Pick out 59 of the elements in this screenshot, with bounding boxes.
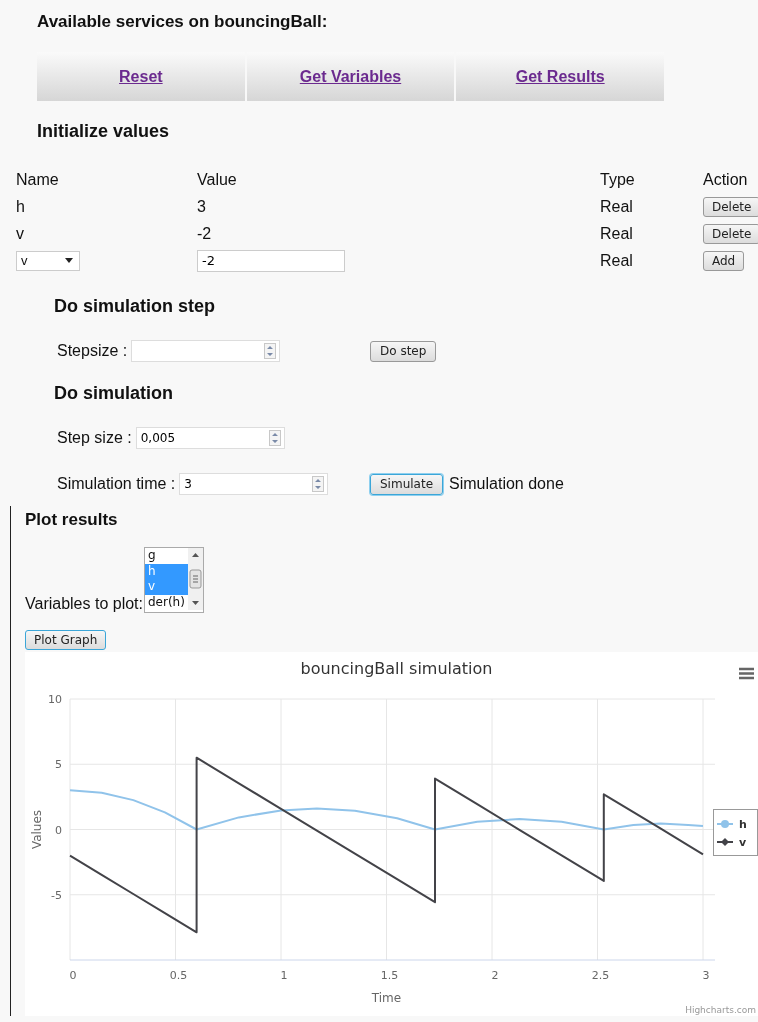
tick-label: 0	[55, 823, 62, 837]
legend-label: v	[739, 836, 747, 849]
field-label: Simulation time :	[57, 475, 176, 493]
tick-label: 3	[702, 969, 710, 982]
table-cell: v	[16, 224, 24, 243]
table-cell: Real	[600, 197, 633, 216]
field-label: Variables to plot:	[25, 595, 143, 613]
delete-button[interactable]: Delete	[703, 223, 758, 244]
number-field[interactable]	[131, 340, 281, 362]
tick-label: 0	[69, 969, 77, 982]
tick-label: 2	[491, 969, 499, 982]
axis-title: Values	[30, 809, 44, 850]
list-option[interactable]: der(h)	[145, 594, 188, 610]
simulate-button[interactable]: Simulate	[370, 473, 444, 495]
field-label: Step size :	[57, 429, 132, 447]
table-cell: 3	[197, 197, 206, 216]
tick-label: 2.5	[591, 969, 610, 982]
tick-label: 0.5	[169, 969, 188, 982]
add-button[interactable]: Add	[703, 250, 745, 271]
list-option[interactable]: g	[145, 548, 188, 564]
name-dropdown[interactable]: v	[16, 250, 80, 271]
table-cell: Real	[600, 224, 633, 243]
field-label: Stepsize :	[57, 342, 128, 360]
column-header: Type	[600, 170, 635, 189]
plot-button[interactable]: Plot Graph	[25, 630, 107, 650]
tick-label: 1.5	[380, 969, 399, 982]
section-heading: Plot results	[25, 510, 119, 530]
tick-label: 5	[55, 758, 62, 772]
scrollbar-icon[interactable]	[188, 548, 203, 610]
spinner-icon[interactable]	[264, 343, 277, 359]
column-header: Name	[16, 170, 59, 189]
services-heading: Available services on bouncingBall:	[37, 12, 329, 32]
table-cell: h	[16, 197, 25, 216]
tick-label: 1	[280, 969, 288, 982]
table-cell: -2	[197, 224, 212, 243]
value-input[interactable]: -2	[197, 249, 345, 272]
step-button[interactable]: Do step	[370, 340, 437, 362]
number-field[interactable]: 3	[179, 473, 329, 495]
section-heading: Initialize values	[37, 121, 171, 142]
chart-title: bouncingBall simulation	[300, 659, 493, 678]
menu-icon[interactable]	[737, 667, 756, 680]
delete-button[interactable]: Delete	[703, 196, 758, 217]
number-field[interactable]: 0,005	[135, 427, 285, 449]
tick-label: 10	[48, 693, 62, 706]
caret-icon	[65, 258, 73, 263]
spinner-icon[interactable]	[312, 476, 325, 492]
status-text: Simulation done	[449, 475, 564, 493]
legend-item[interactable]: v	[716, 836, 747, 849]
tick-label: -5	[51, 888, 62, 902]
legend-item[interactable]: h	[716, 818, 747, 831]
section-heading: Do simulation	[54, 383, 174, 404]
column-header: Value	[197, 170, 237, 189]
column-header: Action	[703, 170, 748, 189]
table-cell: Real	[600, 251, 633, 270]
legend-label: h	[739, 818, 747, 831]
variables-listbox[interactable]: g h v der(h)	[144, 547, 204, 613]
spinner-icon[interactable]	[268, 430, 281, 446]
axis-title: Time	[371, 991, 402, 1005]
section-heading: Do simulation step	[54, 296, 216, 317]
